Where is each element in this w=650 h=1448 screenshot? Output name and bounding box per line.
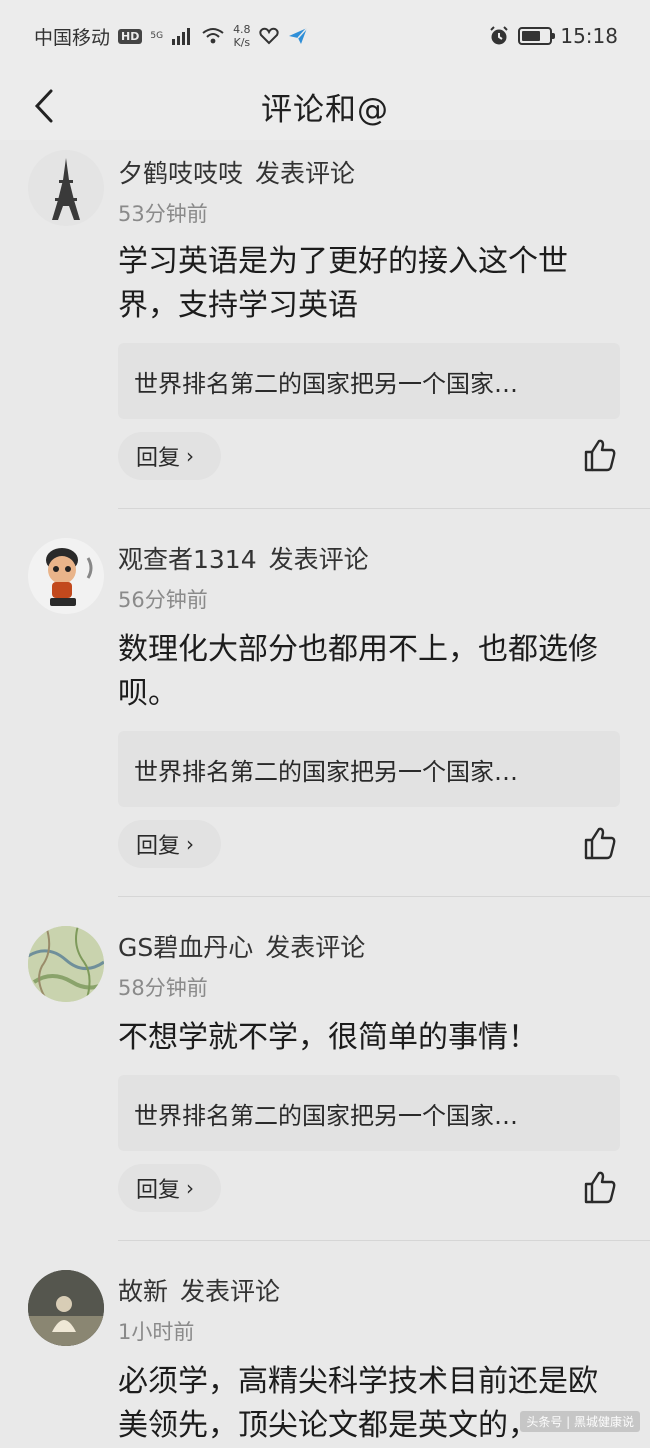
comment-time: 1小时前 [118,1316,280,1346]
watermark: 头条号 | 黑城健康说 [520,1411,640,1432]
comment-item: 夕鹤吱吱吱发表评论 53分钟前 学习英语是为了更好的接入这个世界，支持学习英语 … [0,140,650,510]
comment-meta: 夕鹤吱吱吱发表评论 53分钟前 [118,154,355,228]
carrier-label: 中国移动 [34,23,110,50]
reply-label: 回复 [136,1172,180,1204]
header-bar: 评论和@ [0,72,650,140]
speed-value: 4.8 [233,23,251,36]
comment-text: 数理化大部分也都用不上，也都选修呗。 [118,628,623,716]
comment-text: 不想学就不学，很简单的事情！ [118,1016,623,1060]
signal-icon [171,27,193,45]
divider [118,896,650,897]
comment-time: 53分钟前 [118,198,355,228]
avatar[interactable] [28,1270,104,1346]
avatar[interactable] [28,538,104,614]
thumbs-up-icon[interactable] [582,825,618,861]
reply-button[interactable]: 回复› [118,1164,221,1212]
back-button[interactable] [22,80,66,132]
comment-text: 学习英语是为了更好的接入这个世界，支持学习英语 [118,240,623,328]
comment-time: 58分钟前 [118,972,365,1002]
comment-action: 发表评论 [269,545,369,574]
comment-action: 发表评论 [255,159,355,188]
avatar[interactable] [28,150,104,226]
comment-list[interactable]: 夕鹤吱吱吱发表评论 53分钟前 学习英语是为了更好的接入这个世界，支持学习英语 … [0,140,650,1442]
quoted-article[interactable]: 世界排名第二的国家把另一个国家… [118,343,620,419]
thumbs-up-icon[interactable] [582,437,618,473]
username[interactable]: 夕鹤吱吱吱 [118,159,243,188]
comment-meta: GS碧血丹心发表评论 58分钟前 [118,928,365,1002]
reply-button[interactable]: 回复› [118,432,221,480]
page-title: 评论和@ [261,84,389,129]
eiffel-tower-avatar-icon [28,150,104,226]
comment-time: 56分钟前 [118,584,369,614]
comment-text: 必须学，高精尖科学技术目前还是欧美领先，顶尖论文都是英文的， [118,1360,623,1448]
thumbs-up-icon[interactable] [582,1169,618,1205]
reply-label: 回复 [136,440,180,472]
alarm-icon [488,25,510,47]
status-right: 15:18 [488,24,618,48]
reply-label: 回复 [136,828,180,860]
chevron-right-icon: › [186,444,194,468]
comment-item: GS碧血丹心发表评论 58分钟前 不想学就不学，很简单的事情！ 世界排名第二的国… [0,898,650,1242]
app-notification-icon [287,27,309,45]
clock: 15:18 [560,24,618,48]
wifi-icon [201,27,225,45]
chevron-left-icon [33,88,55,124]
status-bar: 中国移动 HD 5G 4.8 K/s [0,0,650,72]
divider [118,1240,650,1241]
comment-item: 观查者1314 发表评论 56分钟前 数理化大部分也都用不上，也都选修呗。 世界排… [0,510,650,898]
chevron-right-icon: › [186,832,194,856]
map-avatar-icon [28,926,104,1002]
comment-action: 发表评论 [265,933,365,962]
comment-action: 发表评论 [180,1277,280,1306]
quoted-article[interactable]: 世界排名第二的国家把另一个国家… [118,1075,620,1151]
avatar[interactable] [28,926,104,1002]
network-speed: 4.8 K/s [233,23,251,49]
status-left: 中国移动 HD 5G 4.8 K/s [34,23,309,50]
comment-meta: 故新发表评论 1小时前 [118,1272,280,1346]
cartoon-figure-avatar-icon [28,538,104,614]
divider [118,508,650,509]
heart-app-icon [259,27,279,45]
battery-icon [518,27,552,45]
chevron-right-icon: › [186,1176,194,1200]
speed-unit: K/s [233,36,250,49]
username[interactable]: 故新 [118,1277,168,1306]
network-type: 5G [150,31,163,41]
hd-badge: HD [118,29,142,44]
username[interactable]: GS碧血丹心 [118,933,253,962]
username[interactable]: 观查者1314 [118,545,257,574]
person-photo-avatar-icon [28,1270,104,1346]
reply-button[interactable]: 回复› [118,820,221,868]
comment-meta: 观查者1314 发表评论 56分钟前 [118,540,369,614]
quoted-article[interactable]: 世界排名第二的国家把另一个国家… [118,731,620,807]
